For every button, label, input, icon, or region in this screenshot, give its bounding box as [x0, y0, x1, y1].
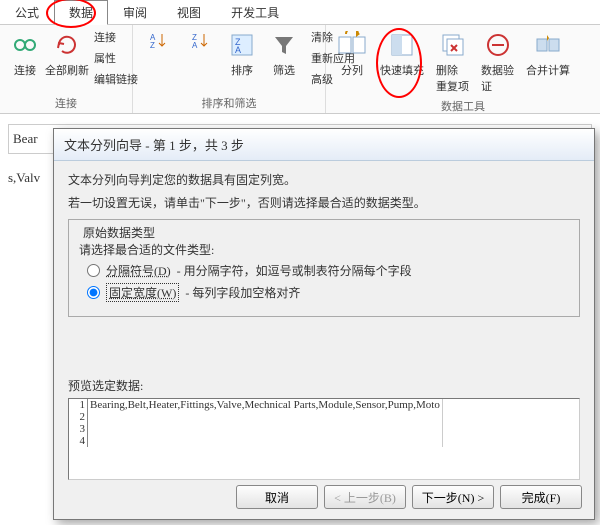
flash-fill-icon [386, 29, 418, 61]
back-button: < 上一步(B) [324, 485, 406, 509]
validation-icon [482, 29, 514, 61]
tab-review[interactable]: 审阅 [108, 0, 162, 24]
flash-fill-button[interactable]: 快速填充 [376, 27, 428, 96]
sort-asc-icon: AZ [147, 29, 169, 51]
connect-icon [9, 29, 41, 61]
consolidate-button[interactable]: 合并计算 [522, 27, 574, 96]
wizard-line1: 文本分列向导判定您的数据具有固定列宽。 [68, 171, 580, 188]
refresh-all-button[interactable]: 全部刷新 [48, 27, 86, 89]
dialog-title: 文本分列向导 - 第 1 步，共 3 步 [54, 129, 594, 161]
finish-button[interactable]: 完成(F) [500, 485, 582, 509]
cancel-button[interactable]: 取消 [236, 485, 318, 509]
preview-pane: 1Bearing,Belt,Heater,Fittings,Valve,Mech… [68, 398, 580, 480]
svg-text:A: A [235, 45, 241, 55]
text-to-columns-wizard: 文本分列向导 - 第 1 步，共 3 步 文本分列向导判定您的数据具有固定列宽。… [53, 128, 595, 520]
wizard-line2: 若一切设置无误，请单击"下一步"，否则请选择最合适的数据类型。 [68, 194, 580, 211]
radio-delimited-label[interactable]: 分隔符号(D) [106, 262, 171, 279]
choose-label: 请选择最合适的文件类型: [79, 241, 569, 258]
refresh-icon [51, 29, 83, 61]
sort-desc-button[interactable]: ZA [181, 27, 219, 89]
sort-asc-button[interactable]: AZ [139, 27, 177, 89]
radio-delimited[interactable] [87, 264, 100, 277]
tab-data[interactable]: 数据 [54, 0, 108, 25]
sort-desc-icon: ZA [189, 29, 211, 51]
group-connections-label: 连接 [6, 93, 126, 111]
data-validation-button[interactable]: 数据验 证 [477, 27, 518, 96]
sort-icon: ZA [226, 29, 258, 61]
tab-view[interactable]: 视图 [162, 0, 216, 24]
svg-text:A: A [192, 41, 198, 50]
filter-icon [268, 29, 300, 61]
preview-row-1: Bearing,Belt,Heater,Fittings,Valve,Mechn… [88, 399, 443, 411]
remove-dup-icon [437, 29, 469, 61]
svg-text:Z: Z [150, 41, 155, 50]
fieldset-original-type: 原始数据类型 [79, 224, 159, 241]
remove-duplicates-button[interactable]: 删除 重复项 [432, 27, 473, 96]
text-to-columns-button[interactable]: 分列 [332, 27, 372, 96]
radio-fixed-width[interactable] [87, 286, 100, 299]
filter-button[interactable]: 筛选 [265, 27, 303, 89]
tab-formula[interactable]: 公式 [0, 0, 54, 24]
connect-button[interactable]: 连接 [6, 27, 44, 89]
group-tools-label: 数据工具 [332, 96, 594, 114]
next-button[interactable]: 下一步(N) > [412, 485, 494, 509]
tab-dev[interactable]: 开发工具 [216, 0, 294, 24]
sort-button[interactable]: ZA排序 [223, 27, 261, 89]
preview-label: 预览选定数据: [68, 377, 580, 394]
text-to-columns-icon [336, 29, 368, 61]
radio-fixed-width-label[interactable]: 固定宽度(W) [106, 283, 179, 302]
group-sort-label: 排序和筛选 [139, 93, 319, 111]
consolidate-icon [532, 29, 564, 61]
